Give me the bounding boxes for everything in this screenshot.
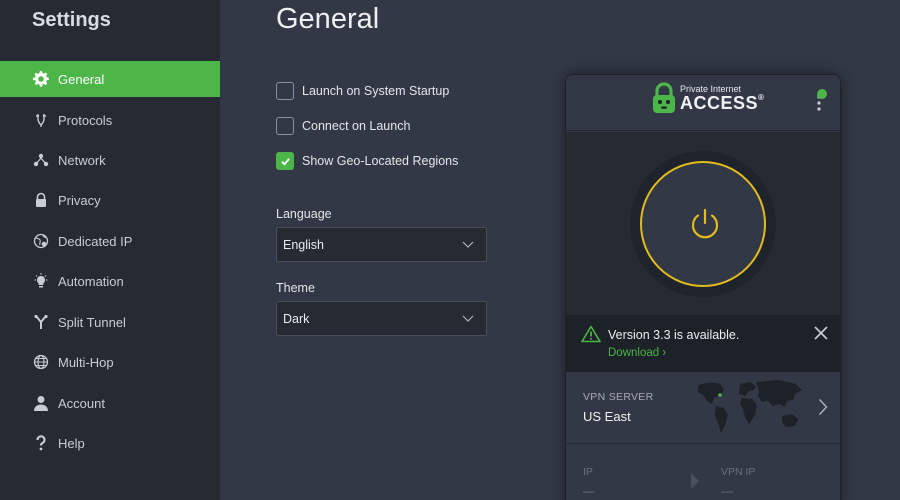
chevron-down-icon xyxy=(462,241,474,248)
split-icon xyxy=(32,313,50,331)
warning-icon xyxy=(581,325,601,343)
lock-icon xyxy=(32,191,50,209)
sidebar-item-multi-hop[interactable]: Multi-Hop xyxy=(0,344,220,380)
language-select[interactable]: English xyxy=(276,227,487,262)
vpn-server-value: US East xyxy=(583,409,631,424)
page-title: General xyxy=(276,3,380,35)
vpn-server-row[interactable]: VPN SERVER US East xyxy=(566,372,840,444)
sidebar-item-label: Privacy xyxy=(58,192,101,208)
update-notice-text: Version 3.3 is available. xyxy=(608,328,740,342)
show-geo-regions-checkbox[interactable]: Show Geo-Located Regions xyxy=(276,152,458,170)
globe-pin-icon xyxy=(32,232,50,250)
sidebar-item-network[interactable]: Network xyxy=(0,142,220,178)
theme-select[interactable]: Dark xyxy=(276,301,487,336)
vpn-ip-value: — xyxy=(721,484,733,498)
checkbox-box[interactable] xyxy=(276,152,294,170)
sidebar-item-label: Automation xyxy=(58,273,124,289)
padlock-logo-icon xyxy=(653,82,675,113)
sidebar-item-label: Multi-Hop xyxy=(58,354,114,370)
vpn-ip-label: VPN IP xyxy=(721,466,756,478)
sidebar-item-privacy[interactable]: Privacy xyxy=(0,182,220,218)
language-label: Language xyxy=(276,207,332,221)
client-preview: Private Internet ACCESS® Version 3.3 is … xyxy=(565,74,841,500)
sidebar-item-label: Help xyxy=(58,435,85,451)
checkbox-box[interactable] xyxy=(276,82,294,100)
update-notice: Version 3.3 is available. Download › xyxy=(566,315,840,372)
chevron-right-icon xyxy=(818,399,828,415)
logo-big-text: ACCESS xyxy=(680,92,759,113)
connect-area xyxy=(566,132,840,315)
sidebar-item-split-tunnel[interactable]: Split Tunnel xyxy=(0,304,220,340)
ip-row: IP — VPN IP — xyxy=(566,444,840,500)
ip-label: IP xyxy=(583,466,593,478)
sidebar-item-account[interactable]: Account xyxy=(0,385,220,421)
client-header: Private Internet ACCESS® xyxy=(566,75,840,131)
sidebar-item-label: Split Tunnel xyxy=(58,314,126,330)
sidebar-item-dedicated-ip[interactable]: Dedicated IP xyxy=(0,223,220,259)
protocol-icon xyxy=(32,111,50,129)
sidebar-item-label: Network xyxy=(58,152,106,168)
checkbox-box[interactable] xyxy=(276,117,294,135)
sidebar-item-label: General xyxy=(58,71,105,87)
vpn-server-label: VPN SERVER xyxy=(583,391,654,403)
theme-label: Theme xyxy=(276,281,315,295)
lightbulb-icon xyxy=(32,272,50,290)
checkbox-label: Launch on System Startup xyxy=(302,84,450,98)
question-icon xyxy=(32,434,50,452)
user-icon xyxy=(32,394,50,412)
launch-on-startup-checkbox[interactable]: Launch on System Startup xyxy=(276,82,449,100)
arrow-right-icon xyxy=(691,473,699,489)
pia-logo: Private Internet ACCESS® xyxy=(652,82,764,114)
checkbox-label: Connect on Launch xyxy=(302,119,411,133)
sidebar-item-protocols[interactable]: Protocols xyxy=(0,102,220,138)
sidebar-item-general[interactable]: General xyxy=(0,61,220,97)
checkbox-label: Show Geo-Located Regions xyxy=(302,154,459,168)
sidebar-item-label: Protocols xyxy=(58,112,113,128)
settings-sidebar: Settings General Protocols Network Priva… xyxy=(0,0,220,500)
sidebar-item-label: Dedicated IP xyxy=(58,233,133,249)
close-icon[interactable] xyxy=(814,326,828,340)
network-icon xyxy=(32,151,50,169)
theme-value: Dark xyxy=(283,311,310,326)
world-map-icon xyxy=(698,380,802,433)
ip-value: — xyxy=(583,484,595,498)
sidebar-title: Settings xyxy=(32,9,111,31)
language-value: English xyxy=(283,237,324,252)
update-badge-icon xyxy=(817,89,827,99)
checkmark-icon xyxy=(280,157,290,166)
chevron-down-icon xyxy=(462,315,474,322)
gear-icon xyxy=(32,70,50,88)
globe-icon xyxy=(32,353,50,371)
connect-on-launch-checkbox[interactable]: Connect on Launch xyxy=(276,117,410,135)
power-icon xyxy=(691,208,719,239)
sidebar-item-help[interactable]: Help xyxy=(0,425,220,461)
sidebar-item-automation[interactable]: Automation xyxy=(0,263,220,299)
download-link[interactable]: Download › xyxy=(608,347,666,359)
sidebar-item-label: Account xyxy=(58,395,105,411)
logo-mark: ® xyxy=(758,92,765,102)
